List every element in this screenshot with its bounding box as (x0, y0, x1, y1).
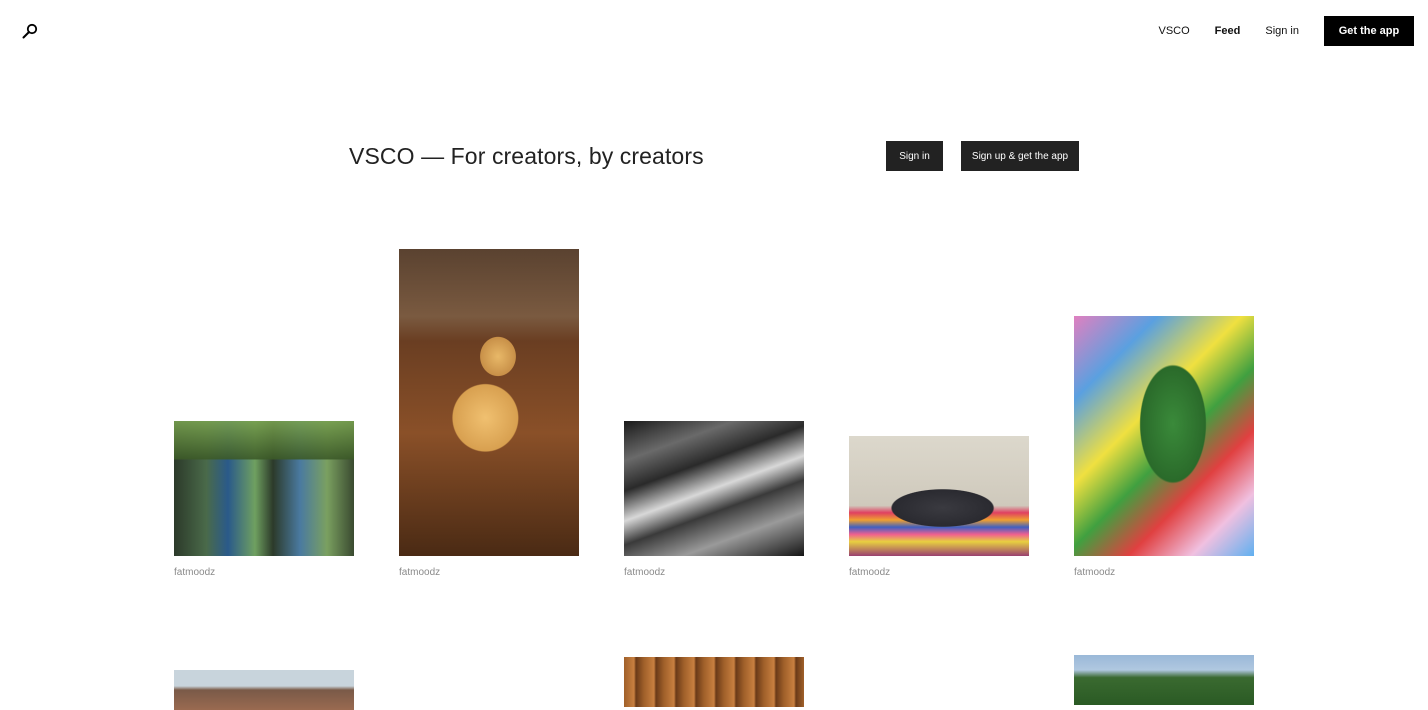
photo-author[interactable]: fatmoodz (624, 567, 665, 578)
photo-author[interactable]: fatmoodz (174, 567, 215, 578)
nav-links: VSCO Feed Sign in Get the app (1158, 16, 1414, 46)
feed-photo-graffiti-portrait[interactable] (1074, 316, 1254, 556)
feed-photo-cat-blanket[interactable] (849, 436, 1029, 556)
search-icon (22, 23, 38, 39)
photo-author[interactable]: fatmoodz (399, 567, 440, 578)
nav-link-feed[interactable]: Feed (1215, 25, 1241, 37)
feed-photo-trees[interactable] (1074, 655, 1254, 705)
feed-photo-graffiti-wall[interactable] (174, 421, 354, 556)
feed-photo-duckling-skateboard[interactable] (399, 249, 579, 556)
search-button[interactable] (20, 22, 40, 42)
photo-author[interactable]: fatmoodz (1074, 567, 1115, 578)
hero-sign-up-button[interactable]: Sign up & get the app (961, 141, 1079, 171)
get-the-app-button[interactable]: Get the app (1324, 16, 1414, 46)
hero-sign-in-button[interactable]: Sign in (886, 141, 943, 171)
feed-photo-building[interactable] (174, 670, 354, 710)
nav-link-vsco[interactable]: VSCO (1158, 25, 1189, 37)
photo-author[interactable]: fatmoodz (849, 567, 890, 578)
top-nav: VSCO Feed Sign in Get the app (0, 0, 1428, 62)
feed-photo-stencil-art[interactable] (624, 421, 804, 556)
nav-link-sign-in[interactable]: Sign in (1265, 25, 1299, 37)
hero-title: VSCO — For creators, by creators (349, 143, 704, 169)
feed-photo-wood-ceiling[interactable] (624, 657, 804, 707)
